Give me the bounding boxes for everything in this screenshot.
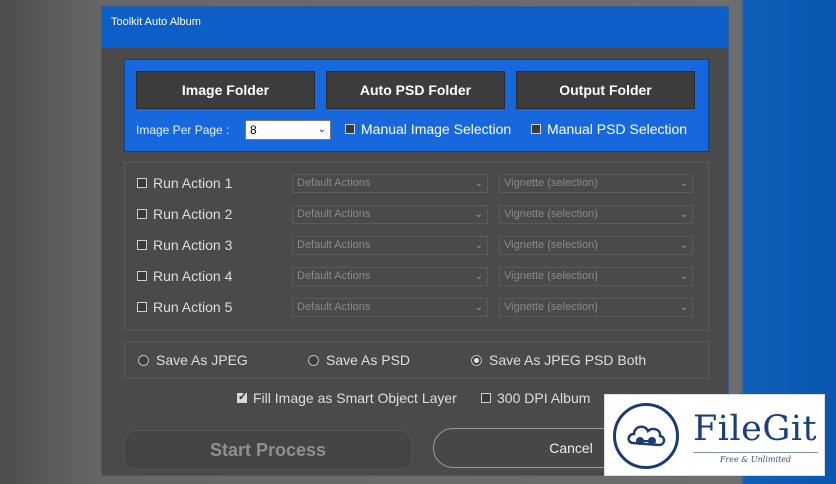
radio-icon[interactable] bbox=[138, 354, 149, 366]
filegit-logo-icon bbox=[613, 403, 679, 469]
action-set-value: Default Actions bbox=[297, 270, 371, 282]
chevron-down-icon: ⌄ bbox=[317, 124, 326, 135]
dpi300-label: 300 DPI Album bbox=[497, 390, 591, 406]
checkbox-icon[interactable] bbox=[137, 302, 147, 312]
action-set-dropdown[interactable]: Default Actions ⌄ bbox=[292, 205, 488, 224]
action-dropdown[interactable]: Vignette (selection) ⌄ bbox=[499, 267, 693, 286]
action-dropdown[interactable]: Vignette (selection) ⌄ bbox=[499, 298, 693, 317]
run-action-label: Run Action 3 bbox=[153, 237, 233, 253]
action-dropdown[interactable]: Vignette (selection) ⌄ bbox=[499, 205, 693, 224]
chevron-down-icon: ⌄ bbox=[679, 302, 688, 313]
action-row: Run Action 2 Default Actions ⌄ Vignette (… bbox=[137, 203, 697, 225]
image-folder-button[interactable]: Image Folder bbox=[136, 71, 315, 109]
save-psd-label: Save As PSD bbox=[326, 352, 411, 368]
radio-icon[interactable] bbox=[308, 354, 319, 366]
chevron-down-icon: ⌄ bbox=[679, 240, 688, 251]
save-jpeg-label: Save As JPEG bbox=[156, 352, 248, 368]
run-action-checkbox[interactable]: Run Action 1 bbox=[137, 175, 232, 191]
action-value: Vignette (selection) bbox=[504, 270, 598, 282]
manual-psd-selection-checkbox[interactable]: Manual PSD Selection bbox=[531, 121, 687, 137]
action-set-value: Default Actions bbox=[297, 177, 371, 189]
checkbox-icon[interactable] bbox=[481, 393, 491, 403]
action-row: Run Action 3 Default Actions ⌄ Vignette (… bbox=[137, 234, 697, 256]
chevron-down-icon: ⌄ bbox=[474, 178, 483, 189]
chevron-down-icon: ⌄ bbox=[679, 209, 688, 220]
output-folder-button[interactable]: Output Folder bbox=[516, 71, 695, 109]
action-set-value: Default Actions bbox=[297, 208, 371, 220]
run-action-label: Run Action 4 bbox=[153, 268, 233, 284]
image-per-page-value: 8 bbox=[250, 123, 257, 137]
run-action-checkbox[interactable]: Run Action 5 bbox=[137, 299, 232, 315]
manual-image-selection-label: Manual Image Selection bbox=[361, 121, 512, 137]
dpi300-checkbox[interactable]: 300 DPI Album bbox=[481, 390, 590, 406]
chevron-down-icon: ⌄ bbox=[474, 271, 483, 282]
save-jpeg-radio[interactable]: Save As JPEG bbox=[138, 352, 248, 368]
title-bar-strip bbox=[102, 38, 728, 48]
checkbox-icon[interactable] bbox=[137, 209, 147, 219]
action-row: Run Action 1 Default Actions ⌄ Vignette (… bbox=[137, 172, 697, 194]
image-per-page-label: Image Per Page : bbox=[136, 123, 230, 137]
action-set-value: Default Actions bbox=[297, 301, 371, 313]
checkbox-icon[interactable] bbox=[137, 271, 147, 281]
manual-image-selection-checkbox[interactable]: Manual Image Selection bbox=[345, 121, 511, 137]
window-title: Toolkit Auto Album bbox=[111, 16, 201, 28]
chevron-down-icon: ⌄ bbox=[474, 302, 483, 313]
actions-panel: Run Action 1 Default Actions ⌄ Vignette (… bbox=[124, 162, 709, 331]
action-set-value: Default Actions bbox=[297, 239, 371, 251]
action-row: Run Action 4 Default Actions ⌄ Vignette (… bbox=[137, 265, 697, 287]
chevron-down-icon: ⌄ bbox=[474, 240, 483, 251]
action-value: Vignette (selection) bbox=[504, 177, 598, 189]
run-action-checkbox[interactable]: Run Action 4 bbox=[137, 268, 232, 284]
chevron-down-icon: ⌄ bbox=[474, 209, 483, 220]
action-set-dropdown[interactable]: Default Actions ⌄ bbox=[292, 267, 488, 286]
image-per-page-select[interactable]: 8 ⌄ bbox=[245, 120, 331, 140]
folder-panel: Image Folder Auto PSD Folder Output Fold… bbox=[124, 59, 709, 152]
cloud-icon bbox=[627, 425, 666, 447]
checkbox-icon[interactable] bbox=[531, 124, 541, 134]
checkbox-checked-icon[interactable] bbox=[237, 390, 247, 403]
checkbox-icon[interactable] bbox=[137, 178, 147, 188]
run-action-label: Run Action 1 bbox=[153, 175, 233, 191]
auto-psd-folder-button[interactable]: Auto PSD Folder bbox=[326, 71, 505, 109]
filegit-name: FileGit bbox=[693, 409, 818, 449]
smart-object-checkbox[interactable]: Fill Image as Smart Object Layer bbox=[237, 390, 457, 406]
run-action-label: Run Action 2 bbox=[153, 206, 233, 222]
action-dropdown[interactable]: Vignette (selection) ⌄ bbox=[499, 236, 693, 255]
action-row: Run Action 5 Default Actions ⌄ Vignette (… bbox=[137, 296, 697, 318]
start-process-button[interactable]: Start Process bbox=[124, 430, 412, 470]
filegit-tagline: Free & Unlimited bbox=[693, 452, 818, 464]
action-set-dropdown[interactable]: Default Actions ⌄ bbox=[292, 174, 488, 193]
run-action-checkbox[interactable]: Run Action 2 bbox=[137, 206, 232, 222]
save-both-radio[interactable]: Save As JPEG PSD Both bbox=[471, 352, 646, 368]
action-value: Vignette (selection) bbox=[504, 239, 598, 251]
chevron-down-icon: ⌄ bbox=[679, 178, 688, 189]
chevron-down-icon: ⌄ bbox=[679, 271, 688, 282]
save-psd-radio[interactable]: Save As PSD bbox=[308, 352, 410, 368]
manual-psd-selection-label: Manual PSD Selection bbox=[547, 121, 688, 137]
action-dropdown[interactable]: Vignette (selection) ⌄ bbox=[499, 174, 693, 193]
action-set-dropdown[interactable]: Default Actions ⌄ bbox=[292, 236, 488, 255]
title-bar[interactable]: Toolkit Auto Album bbox=[102, 7, 728, 38]
smart-object-label: Fill Image as Smart Object Layer bbox=[253, 390, 457, 406]
action-set-dropdown[interactable]: Default Actions ⌄ bbox=[292, 298, 488, 317]
run-action-checkbox[interactable]: Run Action 3 bbox=[137, 237, 232, 253]
radio-selected-icon[interactable] bbox=[471, 354, 482, 366]
checkbox-icon[interactable] bbox=[345, 124, 355, 134]
checkbox-icon[interactable] bbox=[137, 240, 147, 250]
action-value: Vignette (selection) bbox=[504, 301, 598, 313]
save-format-panel: Save As JPEG Save As PSD Save As JPEG PS… bbox=[124, 341, 709, 379]
filegit-watermark: FileGit Free & Unlimited bbox=[604, 394, 825, 476]
save-both-label: Save As JPEG PSD Both bbox=[489, 352, 647, 368]
run-action-label: Run Action 5 bbox=[153, 299, 233, 315]
action-value: Vignette (selection) bbox=[504, 208, 598, 220]
